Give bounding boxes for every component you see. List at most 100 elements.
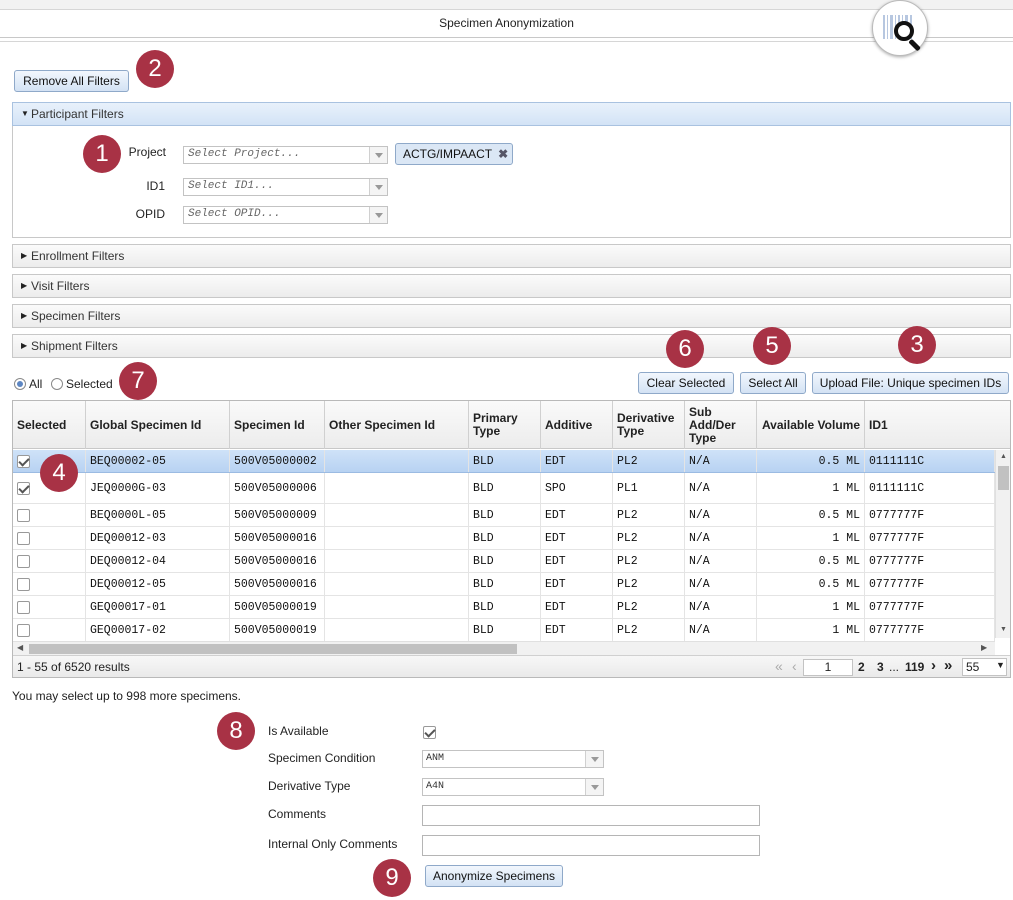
table-row[interactable]: DEQ00012-05 500V05000016 BLD EDT PL2 N/A 0.5 M… [13,573,995,596]
last-page-icon[interactable]: » [944,657,952,674]
id1-select[interactable]: Select ID1... [183,178,388,196]
next-page-icon[interactable]: › [931,657,936,674]
table-row[interactable]: DEQ00012-04 500V05000016 BLD EDT PL2 N/A 0.5 M… [13,550,995,573]
primary-type-cell: BLD [469,573,541,595]
row-select-checkbox[interactable] [17,482,30,495]
chevron-down-icon[interactable] [369,179,387,195]
page-link-2[interactable]: 2 [858,660,865,674]
all-radio[interactable] [14,378,26,390]
scroll-right-icon[interactable]: ▶ [981,643,987,652]
first-page-icon[interactable]: « [775,658,783,674]
id1-cell: 0777777F [865,619,995,641]
opid-placeholder: Select OPID... [188,208,281,220]
participant-filters-header[interactable]: ▼ Participant Filters [12,102,1011,126]
other-specimen-id-cell [325,527,469,549]
page-number-input[interactable]: 1 [803,659,853,676]
primary-type-cell: BLD [469,504,541,526]
page-link-3[interactable]: 3 [877,660,884,674]
table-row[interactable]: BEQ0000L-05 500V05000009 BLD EDT PL2 N/A 0.5 M… [13,504,995,527]
col-available-volume[interactable]: Available Volume [757,401,865,449]
additive-cell: EDT [541,450,613,472]
project-select[interactable]: Select Project... [183,146,388,164]
col-primary-type[interactable]: Primary Type [469,401,541,449]
selected-radio[interactable] [51,378,63,390]
specimen-filters-header[interactable]: ▶ Specimen Filters [12,304,1011,328]
horizontal-scrollbar[interactable]: ◀ ▶ [13,641,995,655]
page-size-select[interactable]: 55 ▼ [962,658,1007,676]
row-select-checkbox[interactable] [17,578,30,591]
col-sub-add-der-type[interactable]: Sub Add/Der Type [685,401,757,449]
opid-select[interactable]: Select OPID... [183,206,388,224]
enrollment-filters-header[interactable]: ▶ Enrollment Filters [12,244,1011,268]
table-row[interactable]: BEQ00002-05 500V05000002 BLD EDT PL2 N/A 0.5 M… [13,450,995,473]
col-global-specimen-id[interactable]: Global Specimen Id [86,401,230,449]
col-selected[interactable]: Selected [13,401,86,449]
visit-filters-header[interactable]: ▶ Visit Filters [12,274,1011,298]
row-select-checkbox[interactable] [17,624,30,637]
col-id1[interactable]: ID1 [865,401,1010,449]
project-tag-label: ACTG/IMPAACT [403,147,493,161]
primary-type-cell: BLD [469,550,541,572]
chevron-down-icon[interactable] [585,751,603,767]
callout-marker-1: 1 [83,135,121,173]
shipment-filters-label: Shipment Filters [31,339,118,353]
specimen-id-cell: 500V05000016 [230,573,325,595]
row-select-checkbox[interactable] [17,509,30,522]
collapsed-triangle-icon: ▶ [21,341,28,350]
selected-cell [13,596,86,618]
upload-file-button[interactable]: Upload File: Unique specimen IDs [812,372,1009,394]
comments-input[interactable] [422,805,760,826]
specimen-condition-select[interactable]: ANM [422,750,604,768]
table-row[interactable]: GEQ00017-02 500V05000019 BLD EDT PL2 N/A 1 ML 0… [13,619,995,642]
other-specimen-id-cell [325,504,469,526]
table-row[interactable]: GEQ00017-01 500V05000019 BLD EDT PL2 N/A 1 ML 0… [13,596,995,619]
table-row[interactable]: JEQ0000G-03 500V05000006 BLD SPO PL1 N/A 1 ML 0… [13,473,995,504]
shipment-filters-header[interactable]: ▶ Shipment Filters [12,334,1011,358]
row-select-checkbox[interactable] [17,532,30,545]
available-volume-cell: 0.5 ML [757,573,865,595]
scroll-down-icon[interactable]: ▼ [1000,626,1007,633]
table-row[interactable]: DEQ00012-03 500V05000016 BLD EDT PL2 N/A 1 ML 0… [13,527,995,550]
page-link-119[interactable]: 119 [905,660,924,674]
col-other-specimen-id[interactable]: Other Specimen Id [325,401,469,449]
callout-marker-7: 7 [119,362,157,400]
remove-all-filters-button[interactable]: Remove All Filters [14,70,129,92]
global-specimen-id-cell: JEQ0000G-03 [86,473,230,503]
callout-marker-4: 4 [40,454,78,492]
col-derivative-type[interactable]: Derivative Type [613,401,685,449]
callout-marker-6: 6 [666,330,704,368]
derivative-type-select[interactable]: A4N [422,778,604,796]
chevron-down-icon[interactable] [585,779,603,795]
chevron-down-icon[interactable] [369,207,387,223]
selected-cell [13,550,86,572]
prev-page-icon[interactable]: ‹ [792,658,797,674]
barcode-search-icon[interactable] [872,0,928,56]
scroll-left-icon[interactable]: ◀ [17,643,23,652]
is-available-checkbox[interactable] [423,726,436,739]
clear-selected-button[interactable]: Clear Selected [638,372,734,394]
col-specimen-id[interactable]: Specimen Id [230,401,325,449]
other-specimen-id-cell [325,473,469,503]
internal-comments-input[interactable] [422,835,760,856]
global-specimen-id-cell: BEQ0000L-05 [86,504,230,526]
vertical-scrollbar[interactable]: ▲ ▼ [995,450,1010,638]
row-select-checkbox[interactable] [17,555,30,568]
anonymize-specimens-button[interactable]: Anonymize Specimens [425,865,563,887]
participant-filters-label: Participant Filters [31,107,124,121]
horizontal-scroll-thumb[interactable] [29,644,517,654]
selected-radio-label: Selected [66,377,113,391]
specimen-id-cell: 500V05000019 [230,619,325,641]
chevron-down-icon[interactable] [369,147,387,163]
col-additive[interactable]: Additive [541,401,613,449]
select-all-button[interactable]: Select All [740,372,806,394]
specimen-condition-label: Specimen Condition [268,751,376,765]
additive-cell: EDT [541,596,613,618]
row-select-checkbox[interactable] [17,455,30,468]
additive-cell: EDT [541,573,613,595]
row-select-checkbox[interactable] [17,601,30,614]
scroll-up-icon[interactable]: ▲ [1000,453,1007,460]
other-specimen-id-cell [325,596,469,618]
remove-tag-icon[interactable]: ✖ [498,144,508,164]
selected-cell [13,573,86,595]
vertical-scroll-thumb[interactable] [998,466,1009,490]
